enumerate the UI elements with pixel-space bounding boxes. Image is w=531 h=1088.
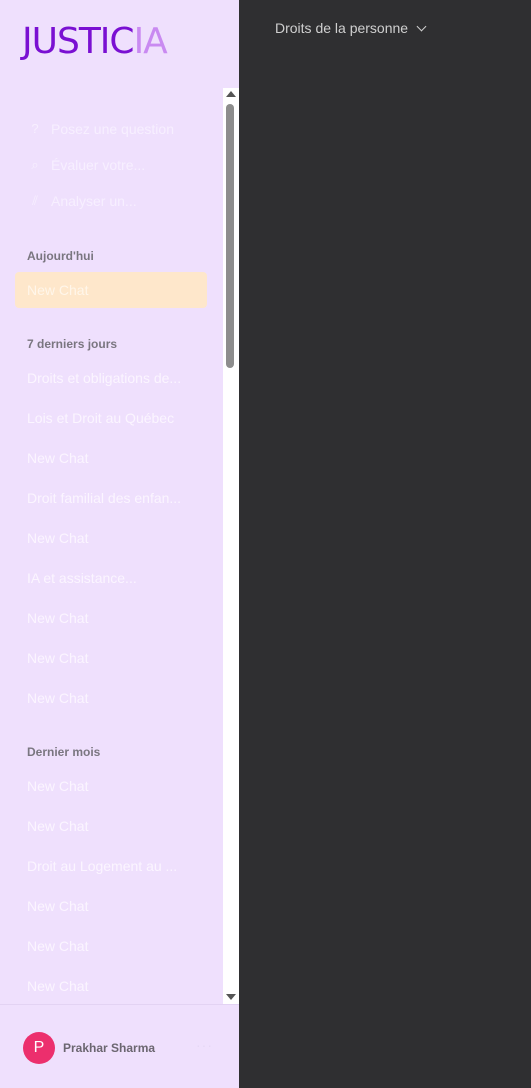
- section-today: Aujourd'hui: [27, 249, 94, 263]
- chat-item[interactable]: New Chat: [27, 650, 197, 666]
- analyze-button[interactable]: ⫽ Analyser un...: [27, 190, 137, 212]
- chat-item[interactable]: New Chat: [27, 450, 197, 466]
- scroll-up-arrow-icon[interactable]: [226, 91, 236, 97]
- topic-label: Droits de la personne: [275, 20, 409, 36]
- topic-selector[interactable]: Droits de la personne: [275, 18, 427, 38]
- analyze-label: Analyser un...: [51, 193, 137, 209]
- chat-item[interactable]: Droits et obligations de...: [27, 370, 197, 386]
- scrollbar-thumb[interactable]: [226, 104, 234, 368]
- avatar[interactable]: P: [23, 1032, 55, 1064]
- evaluate-button[interactable]: ⌕ Évaluer votre...: [27, 154, 145, 176]
- chat-item[interactable]: New Chat: [27, 610, 197, 626]
- chat-item[interactable]: Droit au Logement au ...: [27, 858, 197, 874]
- search-icon: ⌕: [31, 157, 39, 172]
- chat-item[interactable]: New Chat: [27, 778, 197, 794]
- chat-item[interactable]: New Chat: [27, 818, 197, 834]
- chat-item[interactable]: Lois et Droit au Québec: [27, 410, 197, 426]
- chat-item[interactable]: New Chat: [27, 938, 197, 954]
- user-profile-bar[interactable]: P Prakhar Sharma ···: [0, 1004, 239, 1088]
- sidebar: JUSTICIA ? Posez une question ⌕ Évaluer …: [0, 0, 239, 1088]
- chat-item[interactable]: New Chat: [27, 978, 197, 994]
- analyze-icon: ⫽: [32, 193, 38, 208]
- section-last-month: Dernier mois: [27, 745, 101, 759]
- chat-item[interactable]: IA et assistance...: [27, 570, 197, 586]
- app-logo[interactable]: JUSTICIA: [22, 20, 168, 64]
- ask-question-button[interactable]: ? Posez une question: [27, 118, 174, 140]
- chat-item-active[interactable]: New Chat: [15, 272, 207, 308]
- chat-item[interactable]: Droit familial des enfan...: [27, 490, 197, 506]
- scroll-down-arrow-icon[interactable]: [226, 994, 236, 1000]
- more-options-icon[interactable]: ···: [196, 1037, 213, 1053]
- chevron-down-icon: [416, 21, 427, 31]
- question-icon: ?: [31, 121, 39, 136]
- chat-item[interactable]: New Chat: [27, 898, 197, 914]
- chat-item[interactable]: New Chat: [27, 690, 197, 706]
- chat-item[interactable]: New Chat: [27, 530, 197, 546]
- ask-question-label: Posez une question: [51, 121, 174, 137]
- section-last-7-days: 7 derniers jours: [27, 337, 118, 351]
- sidebar-scrollbar[interactable]: [223, 88, 239, 1004]
- chat-history-list[interactable]: ? Posez une question ⌕ Évaluer votre... …: [0, 88, 223, 1004]
- user-name: Prakhar Sharma: [63, 1041, 156, 1055]
- evaluate-label: Évaluer votre...: [51, 157, 146, 173]
